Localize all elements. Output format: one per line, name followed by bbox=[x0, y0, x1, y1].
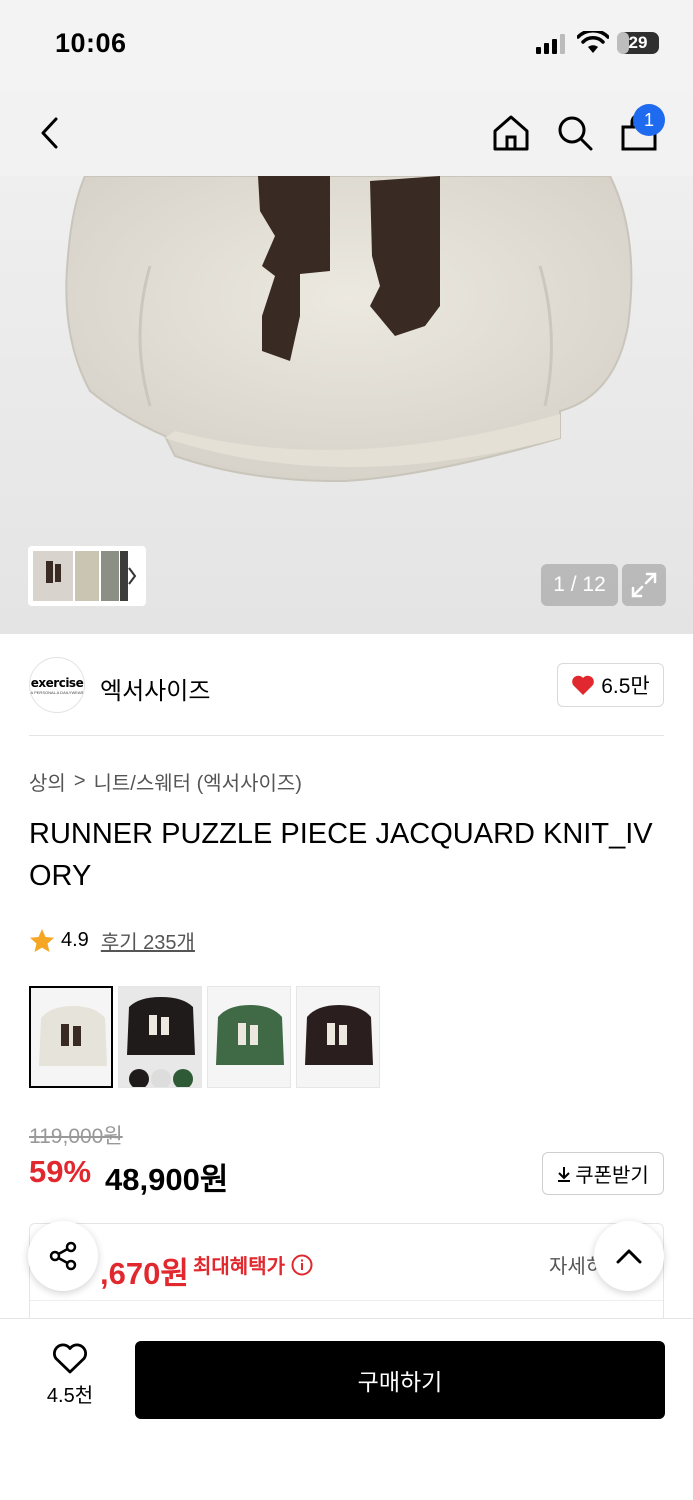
wishlist-count: 4.5천 bbox=[46, 1385, 94, 1407]
heart-filled-icon bbox=[572, 675, 595, 695]
breadcrumb-separator: > bbox=[73, 770, 86, 792]
brand-like-count: 6.5만 bbox=[601, 675, 650, 698]
brand-logo-text: exercise bbox=[30, 675, 84, 690]
color-option-ivory-image bbox=[31, 988, 111, 1086]
max-benefit-box[interactable]: ,670원 최대혜택가 자세히 bbox=[29, 1223, 664, 1333]
wifi-icon bbox=[577, 31, 609, 53]
color-option-ivory[interactable] bbox=[29, 986, 113, 1088]
color-option-green[interactable] bbox=[207, 986, 291, 1088]
heart-outline-icon bbox=[53, 1343, 87, 1374]
battery-level: 29 bbox=[628, 33, 648, 52]
coupon-label: 쿠폰받기 bbox=[575, 1165, 649, 1187]
color-option-black-image bbox=[119, 987, 201, 1087]
cellular-signal-icon bbox=[536, 34, 565, 54]
thumbnail-strip[interactable] bbox=[28, 546, 146, 606]
status-time: 10:06 bbox=[55, 28, 127, 58]
expand-icon bbox=[631, 572, 657, 598]
brand-logo-subtitle: A PERSONAL A DAILYWEAR bbox=[30, 689, 84, 695]
bottom-action-bar: 4.5천 구매하기 bbox=[0, 1318, 693, 1500]
download-icon bbox=[558, 1166, 571, 1182]
home-icon bbox=[493, 115, 529, 151]
brand-like-button[interactable]: 6.5만 bbox=[557, 663, 664, 707]
color-option-black[interactable] bbox=[118, 986, 202, 1088]
breadcrumb-level1[interactable]: 상의 bbox=[29, 767, 66, 796]
breadcrumb-level2[interactable]: 니트/스웨터 (엑서사이즈) bbox=[94, 767, 302, 796]
color-option-dark-brown-image bbox=[297, 987, 379, 1087]
buy-button[interactable]: 구매하기 bbox=[135, 1341, 665, 1419]
color-option-green-image bbox=[208, 987, 290, 1087]
star-icon bbox=[30, 928, 54, 952]
sale-price: 48,900원 bbox=[105, 1162, 229, 1197]
share-button[interactable] bbox=[28, 1221, 98, 1291]
review-count-link[interactable]: 후기 235개 bbox=[101, 926, 195, 955]
rating-score: 4.9 bbox=[61, 929, 89, 951]
coupon-download-button[interactable]: 쿠폰받기 bbox=[542, 1152, 664, 1195]
divider bbox=[30, 1300, 663, 1301]
breadcrumb: 상의 > 니트/스웨터 (엑서사이즈) bbox=[29, 767, 302, 796]
thumbnail-images bbox=[33, 551, 137, 601]
product-title: RUNNER PUZZLE PIECE JACQUARD KNIT_IVORY bbox=[29, 818, 653, 892]
wishlist-button[interactable]: 4.5천 bbox=[30, 1343, 110, 1413]
scroll-top-button[interactable] bbox=[594, 1221, 664, 1291]
max-benefit-label-text: 최대혜택가 bbox=[193, 1256, 285, 1278]
share-icon bbox=[49, 1241, 77, 1271]
top-nav-bar bbox=[0, 90, 693, 176]
rating-row: 4.9 후기 235개 bbox=[29, 926, 195, 955]
search-icon bbox=[558, 116, 593, 151]
color-option-dark-brown[interactable] bbox=[296, 986, 380, 1088]
discount-rate: 59% bbox=[29, 1154, 92, 1189]
chevron-right-icon bbox=[128, 567, 137, 585]
back-icon bbox=[41, 117, 58, 149]
expand-image-button[interactable] bbox=[622, 564, 666, 606]
max-benefit-label: 최대혜택가 bbox=[193, 1250, 313, 1279]
info-icon[interactable] bbox=[291, 1254, 313, 1276]
original-price: 119,000원 bbox=[29, 1125, 123, 1148]
battery-icon: 29 bbox=[617, 32, 659, 54]
brand-logo[interactable]: exercise A PERSONAL A DAILYWEAR bbox=[29, 657, 85, 713]
home-button[interactable] bbox=[486, 108, 536, 158]
brand-name[interactable]: 엑서사이즈 bbox=[100, 671, 210, 706]
back-button[interactable] bbox=[24, 108, 74, 158]
chevron-up-icon bbox=[616, 1249, 642, 1264]
image-counter: 1 / 12 bbox=[541, 564, 618, 606]
cart-count-badge: 1 bbox=[633, 104, 665, 136]
search-button[interactable] bbox=[550, 108, 600, 158]
max-benefit-price: ,670원 bbox=[100, 1256, 189, 1291]
status-bar: 10:06 29 bbox=[0, 0, 693, 90]
divider bbox=[29, 735, 664, 736]
